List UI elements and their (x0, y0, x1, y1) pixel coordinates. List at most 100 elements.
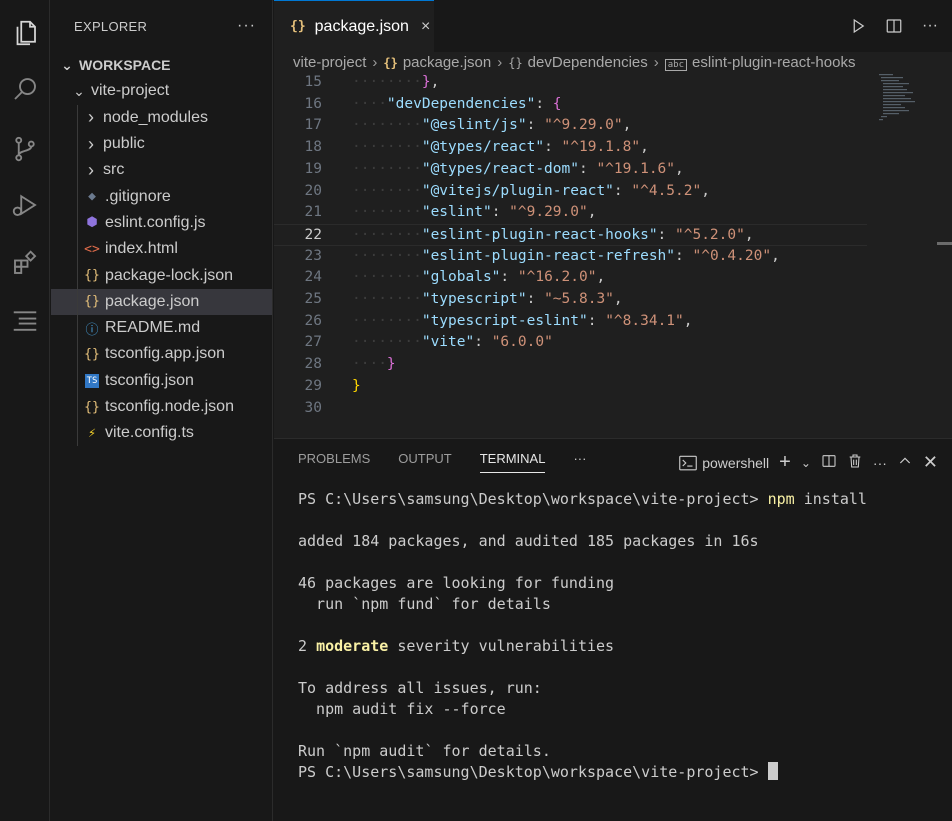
breadcrumb-item[interactable]: {} package.json (383, 54, 491, 71)
code-line: 30 (274, 398, 867, 420)
breadcrumb: vite-project › {} package.json › {} devDepende… (274, 52, 952, 72)
close-icon[interactable]: × (421, 18, 430, 36)
line-number: 16 (304, 95, 322, 112)
code-editor[interactable]: 15 ········}, 16 ····"devDependencies": {17… (274, 72, 952, 438)
minimap[interactable] (877, 72, 937, 132)
chevron-down-icon[interactable]: ⌄ (801, 456, 811, 470)
file-item[interactable]: ⚡ vite.config.ts (51, 420, 272, 447)
code-text: ········"typescript-eslint": "^8.34.1", (352, 312, 693, 329)
split-editor-icon[interactable] (882, 14, 906, 38)
outline-icon[interactable] (0, 296, 50, 346)
terminal-output[interactable]: PS C:\Users\samsung\Desktop\workspace\vi… (298, 489, 867, 783)
tab-problems[interactable]: PROBLEMS (298, 451, 370, 473)
file-item[interactable]: {} tsconfig.node.json (51, 393, 272, 421)
line-number: 26 (304, 312, 322, 329)
tab-output[interactable]: OUTPUT (398, 451, 451, 473)
indent-guide (77, 393, 78, 421)
panel-actions: powershell + ⌄ ··· ✕ (679, 451, 938, 474)
more-actions-icon[interactable]: ··· (237, 17, 256, 35)
html-icon: <> (84, 241, 100, 257)
file-item[interactable]: <> index.html (51, 236, 272, 263)
file-item[interactable]: ⓘ README.md (51, 314, 272, 342)
json-icon: {} (290, 19, 306, 34)
tree-item-label: eslint.config.js (105, 213, 206, 231)
terminal-line: PS C:\Users\samsung\Desktop\workspace\vi… (298, 762, 867, 783)
run-debug-icon[interactable] (0, 180, 50, 230)
string-icon: abc (664, 58, 688, 71)
git-icon: ◆ (88, 189, 96, 205)
line-number: 28 (304, 356, 322, 373)
file-item[interactable]: TS tsconfig.json (51, 367, 272, 394)
editor-tab-bar: {} package.json × ··· (274, 0, 952, 52)
new-terminal-icon[interactable]: + (779, 451, 791, 474)
more-icon[interactable]: ··· (918, 14, 942, 38)
tree-item-label: package-lock.json (105, 266, 234, 284)
panel-tabs-more-icon[interactable]: ··· (573, 451, 586, 473)
code-text: ········"@vitejs/plugin-react": "^4.5.2"… (352, 182, 710, 199)
split-terminal-icon[interactable] (821, 453, 837, 472)
trash-icon[interactable] (847, 453, 863, 472)
breadcrumb-item[interactable]: abc eslint-plugin-react-hooks (664, 54, 855, 71)
file-item[interactable]: ⬢ eslint.config.js (51, 209, 272, 237)
terminal-line: To address all issues, run: (298, 679, 542, 697)
breadcrumb-item[interactable]: {} devDependencies (508, 54, 648, 71)
tree-item-label: .gitignore (105, 187, 171, 205)
workspace-section[interactable]: ⌄ WORKSPACE (51, 52, 272, 78)
explorer-icon[interactable] (0, 8, 50, 58)
search-icon[interactable] (0, 64, 50, 114)
code-text: ····} (352, 356, 396, 373)
json-icon: {} (508, 55, 523, 70)
folder-item[interactable]: › public (51, 130, 272, 158)
line-number: 18 (304, 139, 322, 156)
file-item[interactable]: {} tsconfig.app.json (51, 341, 272, 368)
terminal-cursor (767, 762, 778, 780)
code-line: 25 ········"typescript": "~5.8.3", (274, 289, 867, 311)
file-item[interactable]: {} package-lock.json (51, 262, 272, 289)
terminal-shell-selector[interactable]: powershell (679, 455, 769, 471)
close-panel-icon[interactable]: ✕ (923, 452, 938, 473)
tab-package-json[interactable]: {} package.json × (274, 0, 434, 52)
explorer-sidebar: EXPLORER ··· ⌄ WORKSPACE ⌄ vite-project › nod… (51, 0, 273, 821)
run-icon[interactable] (846, 14, 870, 38)
file-item[interactable]: {} package.json (51, 288, 272, 315)
indent-guide (77, 209, 78, 237)
code-line: 29} (274, 376, 867, 398)
extensions-icon[interactable] (0, 238, 50, 288)
eslint-icon: ⬢ (86, 215, 98, 231)
project-folder[interactable]: ⌄ vite-project (51, 78, 272, 104)
indent-guide (77, 288, 78, 315)
indent-guide (77, 183, 78, 210)
indent-guide (77, 367, 78, 394)
code-line: 19 ········"@types/react-dom": "^19.1.6", (274, 159, 867, 181)
maximize-panel-icon[interactable] (897, 453, 913, 472)
code-line: 16 ····"devDependencies": { (274, 94, 867, 116)
editor-scrollbar[interactable] (937, 242, 952, 245)
explorer-title: EXPLORER (74, 18, 148, 34)
line-number: 17 (304, 117, 322, 134)
tab-terminal[interactable]: TERMINAL (479, 451, 546, 473)
chevron-right-icon: › (372, 53, 378, 71)
code-text: ········"typescript": "~5.8.3", (352, 291, 623, 307)
project-label: vite-project (91, 82, 170, 100)
tree-item-label: node_modules (103, 108, 208, 126)
terminal-line: 2 moderate severity vulnerabilities (298, 637, 615, 655)
indent-guide (77, 130, 78, 158)
code-text: ········"eslint-plugin-react-refresh": "… (352, 247, 780, 264)
source-control-icon[interactable] (0, 124, 50, 174)
folder-item[interactable]: › node_modules (51, 104, 272, 131)
code-line: 22 ········"eslint-plugin-react-hooks": "… (274, 223, 867, 246)
json-icon: {} (84, 294, 100, 310)
file-tree: ⌄ WORKSPACE ⌄ vite-project › node_modules › pub… (51, 52, 272, 447)
chevron-right-icon: › (653, 53, 659, 71)
folder-item[interactable]: › src (51, 157, 272, 184)
chevron-right-icon: › (88, 133, 94, 154)
panel-more-icon[interactable]: ··· (873, 455, 887, 471)
breadcrumb-item[interactable]: vite-project (293, 54, 366, 71)
file-item[interactable]: ◆ .gitignore (51, 183, 272, 210)
terminal-line: Run `npm audit` for details. (298, 742, 551, 760)
tree-item-label: tsconfig.node.json (105, 398, 234, 415)
chevron-down-icon: ⌄ (61, 56, 73, 73)
